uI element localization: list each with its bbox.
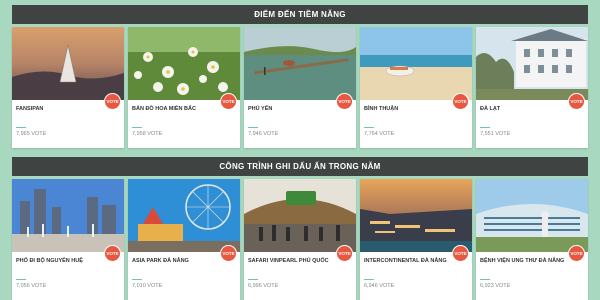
- divider: [16, 279, 26, 280]
- card-name[interactable]: Phú Yên: [248, 106, 352, 112]
- card-name[interactable]: Safari Vinpearl Phú Quốc: [248, 258, 352, 264]
- asia-park-photo[interactable]: [128, 179, 240, 252]
- card-name[interactable]: Fansipan: [16, 106, 120, 112]
- flowers-photo[interactable]: [128, 27, 240, 100]
- divider: [364, 127, 374, 128]
- vote-count: 7,958 VOTE: [132, 131, 163, 137]
- section-title: Công trình ghi dấu ấn trong năm: [12, 157, 588, 176]
- divider: [364, 279, 374, 280]
- divider: [132, 279, 142, 280]
- da-lat-photo[interactable]: [476, 27, 588, 100]
- card-vinpearl-safari[interactable]: VOTE Safari Vinpearl Phú Quốc 6,996 VOTE: [244, 179, 356, 300]
- phu-yen-photo[interactable]: [244, 27, 356, 100]
- next-row-peek: [12, 289, 588, 298]
- card-name[interactable]: Bản đồ hoa miền Bắc: [132, 106, 236, 112]
- section-title: Điểm đến tiềm năng: [12, 5, 588, 24]
- hospital-photo[interactable]: [476, 179, 588, 252]
- divider: [248, 127, 258, 128]
- card-name[interactable]: Phố đi bộ Nguyễn Huệ: [16, 258, 120, 264]
- card-intercontinental[interactable]: VOTE InterContinental Đà Nẵng 6,946 VOTE: [360, 179, 472, 300]
- divider: [16, 127, 26, 128]
- card-name[interactable]: Đà Lạt: [480, 106, 584, 112]
- card-name[interactable]: InterContinental Đà Nẵng: [364, 258, 468, 264]
- card-name[interactable]: Bệnh viện ung thư Đà Nẵng: [480, 258, 584, 264]
- divider: [132, 127, 142, 128]
- binh-thuan-photo[interactable]: [360, 27, 472, 100]
- section-notable-works: Công trình ghi dấu ấn trong năm VOTE Phố…: [12, 157, 588, 300]
- card-fansipan[interactable]: VOTE Fansipan 7,965 VOTE: [12, 27, 124, 148]
- intercontinental-photo[interactable]: [360, 179, 472, 252]
- divider: [248, 279, 258, 280]
- card-flower-map[interactable]: VOTE Bản đồ hoa miền Bắc 7,958 VOTE: [128, 27, 240, 148]
- vote-count: 7,965 VOTE: [16, 131, 47, 137]
- fansipan-photo[interactable]: [12, 27, 124, 100]
- vote-count: 7,946 VOTE: [248, 131, 279, 137]
- divider: [480, 279, 490, 280]
- card-da-lat[interactable]: VOTE Đà Lạt 7,551 VOTE: [476, 27, 588, 148]
- safari-photo[interactable]: [244, 179, 356, 252]
- vote-count: 7,764 VOTE: [364, 131, 395, 137]
- card-asia-park[interactable]: VOTE Asia Park Đà Nẵng 7,010 VOTE: [128, 179, 240, 300]
- card-binh-thuan[interactable]: VOTE Bình Thuận 7,764 VOTE: [360, 27, 472, 148]
- card-name[interactable]: Asia Park Đà Nẵng: [132, 258, 236, 264]
- nguyen-hue-photo[interactable]: [12, 179, 124, 252]
- vote-count: 7,551 VOTE: [480, 131, 511, 137]
- card-nguyen-hue-street[interactable]: VOTE Phố đi bộ Nguyễn Huệ 7,056 VOTE: [12, 179, 124, 300]
- card-cancer-hospital[interactable]: VOTE Bệnh viện ung thư Đà Nẵng 6,923 VOT…: [476, 179, 588, 300]
- divider: [480, 127, 490, 128]
- section-potential-destinations: Điểm đến tiềm năng VOTE Fansipan 7,965 V…: [12, 5, 588, 148]
- card-phu-yen[interactable]: VOTE Phú Yên 7,946 VOTE: [244, 27, 356, 148]
- card-name[interactable]: Bình Thuận: [364, 106, 468, 112]
